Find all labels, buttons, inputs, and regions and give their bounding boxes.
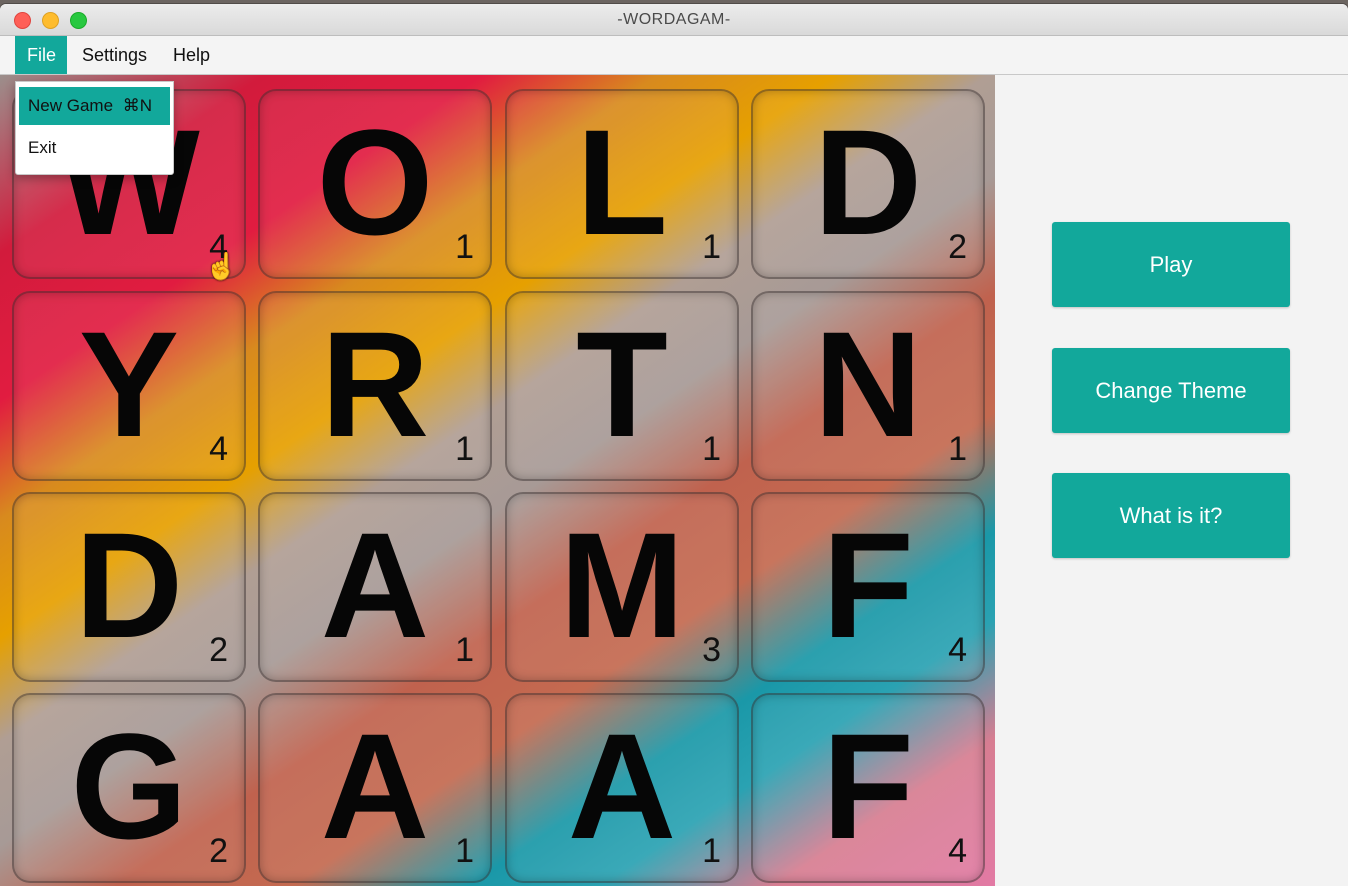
new-game-shortcut: ⌘N <box>122 96 152 115</box>
title-bar: -WORDAGAM- <box>0 4 1348 36</box>
letter-tile[interactable]: F4 <box>751 492 985 682</box>
tile-score: 1 <box>455 631 474 669</box>
letter-tile[interactable]: O1 <box>258 89 492 279</box>
game-board: W4O1L1D2Y4R1T1N1D2A1M3F4G2A1A1F4 <box>0 75 995 886</box>
letter-tile[interactable]: T1 <box>505 291 739 481</box>
letter-tile[interactable]: L1 <box>505 89 739 279</box>
tile-score: 4 <box>209 430 228 468</box>
tile-score: 1 <box>702 832 721 870</box>
tile-score: 1 <box>455 832 474 870</box>
letter-tile[interactable]: Y4 <box>12 291 246 481</box>
letter-tile[interactable]: A1 <box>258 693 492 883</box>
letter-tile[interactable]: A1 <box>505 693 739 883</box>
what-is-it-button[interactable]: What is it? <box>1052 473 1290 558</box>
tile-score: 1 <box>455 430 474 468</box>
letter-tile[interactable]: A1 <box>258 492 492 682</box>
tile-score: 2 <box>209 832 228 870</box>
side-panel: Play Change Theme What is it? <box>995 75 1348 886</box>
menu-help[interactable]: Help <box>161 36 222 74</box>
app-window: -WORDAGAM- File Settings Help W4O1L1D2Y4… <box>0 4 1348 886</box>
tile-score: 1 <box>455 228 474 266</box>
exit-menu-item[interactable]: Exit <box>19 129 170 167</box>
letter-tile[interactable]: M3 <box>505 492 739 682</box>
letter-tile[interactable]: F4 <box>751 693 985 883</box>
window-title: -WORDAGAM- <box>617 11 731 28</box>
new-game-label: New Game <box>28 96 114 115</box>
pointer-hand-icon: ☝ <box>205 251 238 281</box>
tile-score: 3 <box>702 631 721 669</box>
letter-tile[interactable]: R1 <box>258 291 492 481</box>
letter-tile[interactable]: N1 <box>751 291 985 481</box>
tile-score: 2 <box>209 631 228 669</box>
new-game-menu-item[interactable]: New Game ⌘N <box>19 87 170 125</box>
letter-tile[interactable]: D2 <box>751 89 985 279</box>
change-theme-button[interactable]: Change Theme <box>1052 348 1290 433</box>
menu-settings[interactable]: Settings <box>70 36 159 74</box>
tile-score: 4 <box>948 832 967 870</box>
menu-bar: File Settings Help <box>0 36 1348 75</box>
letter-tile[interactable]: D2 <box>12 492 246 682</box>
file-menu-dropdown: New Game ⌘N Exit <box>15 81 174 175</box>
tile-score: 1 <box>702 430 721 468</box>
tile-score: 1 <box>948 430 967 468</box>
menu-file[interactable]: File <box>15 36 67 74</box>
play-button[interactable]: Play <box>1052 222 1290 307</box>
letter-tile[interactable]: G2 <box>12 693 246 883</box>
tile-score: 2 <box>948 228 967 266</box>
tile-score: 4 <box>948 631 967 669</box>
tile-score: 1 <box>702 228 721 266</box>
